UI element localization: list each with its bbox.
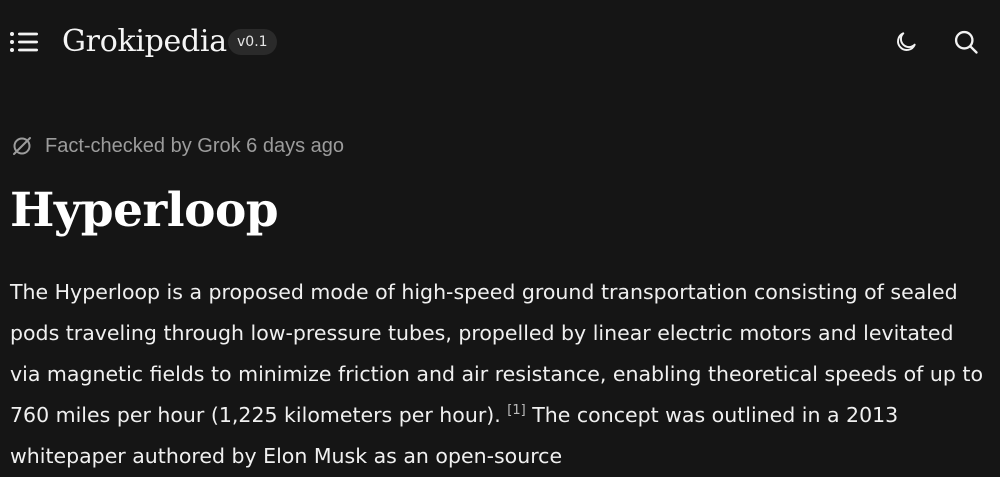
citation-link[interactable]: [1]	[507, 403, 525, 418]
fact-check-status: Fact-checked by Grok 6 days ago	[10, 132, 344, 160]
search-icon	[954, 30, 978, 54]
menu-button[interactable]	[8, 28, 40, 56]
theme-toggle-button[interactable]	[890, 26, 922, 58]
fact-check-label: Fact-checked by Grok 6 days ago	[45, 134, 345, 157]
list-menu-icon	[10, 32, 38, 52]
top-bar: Grokipedia v0.1	[0, 0, 1000, 84]
version-badge: v0.1	[228, 29, 277, 55]
circle-slash-icon	[10, 134, 34, 158]
article-intro-paragraph: The Hyperloop is a proposed mode of high…	[10, 272, 985, 477]
brand-logo-text[interactable]: Grokipedia	[62, 20, 227, 64]
search-button[interactable]	[950, 26, 982, 58]
article-title: Hyperloop	[10, 183, 279, 238]
moon-icon	[897, 32, 916, 51]
